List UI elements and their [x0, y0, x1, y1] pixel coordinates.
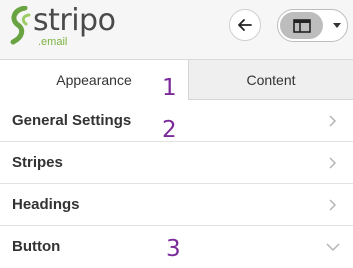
tab-content[interactable]: Content	[188, 59, 353, 100]
view-menu-button[interactable]	[326, 10, 347, 41]
layout-button[interactable]	[280, 12, 323, 39]
section-label: General Settings	[12, 112, 132, 129]
layout-panel-icon	[292, 18, 311, 33]
section-label: Button	[12, 238, 61, 255]
stripo-logo-icon	[10, 6, 31, 45]
annotation-marker-3: 3	[166, 236, 181, 262]
view-toggle-group	[277, 9, 348, 42]
top-toolbar: stripo .email	[0, 0, 353, 59]
section-label: Headings	[12, 196, 80, 213]
annotation-marker-2: 2	[162, 117, 177, 143]
chevron-right-icon	[329, 199, 337, 211]
section-label: Stripes	[12, 154, 63, 171]
chevron-right-icon	[329, 115, 337, 127]
annotation-marker-1: 1	[162, 75, 177, 101]
caret-down-icon	[333, 23, 341, 28]
section-headings[interactable]: Headings	[0, 184, 353, 226]
brand-suffix: .email	[38, 36, 68, 48]
brand-name: stripo	[33, 3, 116, 38]
chevron-down-icon	[326, 243, 340, 252]
section-stripes[interactable]: Stripes	[0, 142, 353, 184]
tab-appearance[interactable]: Appearance	[0, 59, 188, 100]
chevron-right-icon	[329, 157, 337, 169]
back-button[interactable]	[229, 9, 261, 41]
arrow-left-icon	[238, 19, 252, 31]
